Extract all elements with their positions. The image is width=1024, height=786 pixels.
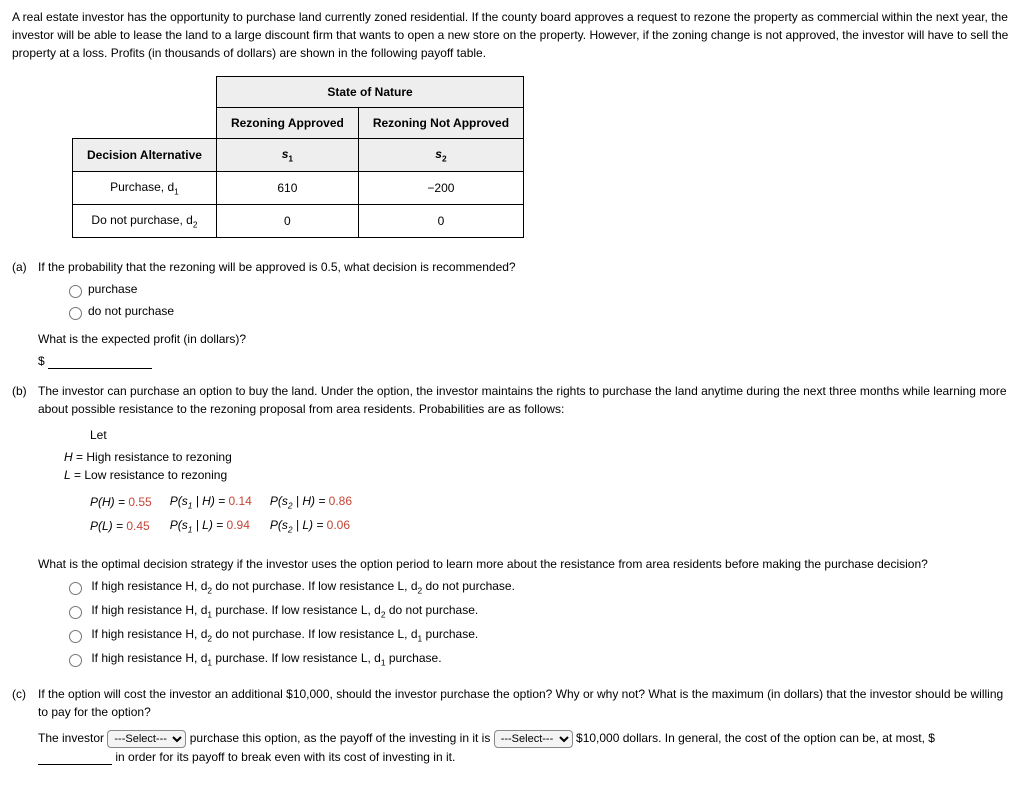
strategy-radio-2[interactable] [69,606,82,619]
radio-donot-label: do not purchase [88,304,174,318]
part-c-label: (c) [12,685,38,766]
max-option-cost-input[interactable] [38,750,112,765]
part-c-question: If the option will cost the investor an … [38,685,1012,721]
strategy-option-4[interactable]: If high resistance H, d1 purchase. If lo… [64,649,1012,669]
s2-header: s2 [358,139,523,172]
table-row: Purchase, d1 610 −200 [73,172,524,205]
radio-purchase[interactable]: purchase [64,280,1012,298]
strategy-radio-3[interactable] [69,630,82,643]
strategy-radio-4[interactable] [69,654,82,667]
col-rezoning-approved: Rezoning Approved [216,108,358,139]
radio-donot-input[interactable] [69,307,82,320]
row-donotpurchase-label: Do not purchase, d2 [73,205,217,238]
part-b-question: The investor can purchase an option to b… [38,382,1012,418]
radio-do-not-purchase[interactable]: do not purchase [64,302,1012,320]
h-definition: H = High resistance to rezoning [64,448,1012,466]
part-b-label: (b) [12,382,38,673]
strategy-radio-1[interactable] [69,582,82,595]
payoff-compare-select[interactable]: ---Select--- [494,730,573,748]
part-a-label: (a) [12,258,38,370]
problem-intro: A real estate investor has the opportuni… [12,8,1012,62]
part-c-answer-line: The investor ---Select--- purchase this … [38,729,1012,766]
investor-should-select[interactable]: ---Select--- [107,730,186,748]
part-b-question2: What is the optimal decision strategy if… [38,555,1012,573]
s1-header: s1 [216,139,358,172]
state-of-nature-header: State of Nature [216,77,523,108]
strategy-option-3[interactable]: If high resistance H, d2 do not purchase… [64,625,1012,645]
radio-purchase-label: purchase [88,282,137,296]
part-a-question: If the probability that the rezoning wil… [38,258,1012,276]
decision-alternative-header: Decision Alternative [73,139,217,172]
probability-grid: P(H) = 0.55 P(s1 | H) = 0.14 P(s2 | H) =… [90,490,370,538]
radio-purchase-input[interactable] [69,285,82,298]
strategy-option-2[interactable]: If high resistance H, d1 purchase. If lo… [64,601,1012,621]
l-definition: L = Low resistance to rezoning [64,466,1012,484]
dollar-sign: $ [38,354,45,368]
col-rezoning-not-approved: Rezoning Not Approved [358,108,523,139]
strategy-option-1[interactable]: If high resistance H, d2 do not purchase… [64,577,1012,597]
cell-donot-approved: 0 [216,205,358,238]
payoff-table: State of Nature Rezoning Approved Rezoni… [72,76,524,238]
row-purchase-label: Purchase, d1 [73,172,217,205]
let-label: Let [90,426,1012,444]
cell-purchase-approved: 610 [216,172,358,205]
table-row: Do not purchase, d2 0 0 [73,205,524,238]
expected-profit-input[interactable] [48,354,152,369]
part-a-question2: What is the expected profit (in dollars)… [38,330,1012,348]
cell-donot-not-approved: 0 [358,205,523,238]
cell-purchase-not-approved: −200 [358,172,523,205]
